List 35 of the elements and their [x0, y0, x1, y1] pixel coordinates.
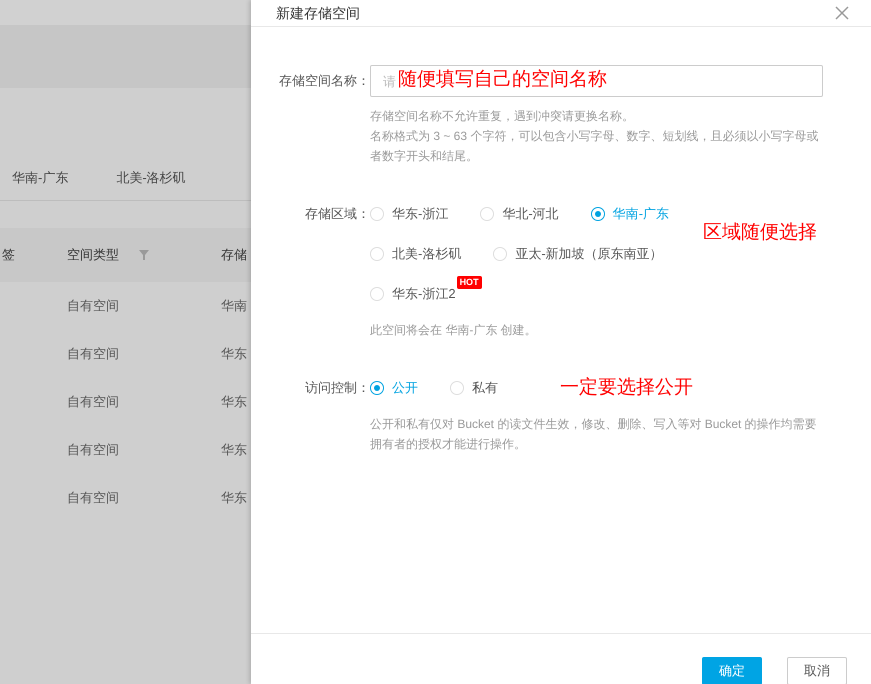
table-cell: 华东 — [221, 441, 247, 459]
dialog-title: 新建存储空间 — [276, 4, 360, 22]
field-label: 访问控制： — [304, 379, 370, 397]
table-cell: 自有空间 — [67, 345, 119, 363]
access-radio-option[interactable]: 私有 — [450, 379, 498, 397]
table-cell: 自有空间 — [67, 489, 119, 507]
help-text: 公开和私有仅对 Bucket 的读文件生效，修改、删除、写入等对 Bucket 的操作均需要拥有者的授权才能进行操作。 — [370, 416, 818, 453]
table-cell: 华东 — [221, 345, 247, 363]
annotation-text: 随便填写自己的空间名称 — [398, 69, 607, 91]
close-icon[interactable] — [835, 6, 849, 20]
hot-badge: HOT — [456, 276, 482, 289]
table-cell: 自有空间 — [67, 441, 119, 459]
table-cell: 自有空间 — [67, 297, 119, 315]
annotation-text: 区域随便选择 — [703, 222, 817, 244]
table-cell: 华东 — [221, 489, 247, 507]
table-cell: 自有空间 — [67, 393, 119, 411]
annotation-text: 一定要选择公开 — [560, 377, 693, 399]
column-header: 存储 — [221, 246, 247, 264]
region-tab[interactable]: 北美-洛杉矶 — [116, 168, 186, 200]
region-radio-option[interactable]: 北美-洛杉矶 — [370, 245, 462, 263]
region-radio-option[interactable]: 华东-浙江 — [370, 205, 448, 223]
cancel-button[interactable]: 取消 — [787, 657, 847, 684]
help-text: 名称格式为 3 ~ 63 个字符，可以包含小写字母、数字、短划线，且必须以小写字母或者数字开头和结尾。 — [370, 128, 820, 165]
help-text: 此空间将会在 华南-广东 创建。 — [370, 322, 538, 339]
region-radio-option[interactable]: 华北-河北 — [480, 205, 559, 223]
region-radio-option[interactable]: 亚太-新加坡（原东南亚） — [493, 245, 663, 263]
filter-icon[interactable] — [139, 250, 149, 260]
help-text: 存储空间名称不允许重复，遇到冲突请更换名称。 — [370, 108, 635, 125]
column-header: 空间类型 — [67, 246, 119, 264]
field-label: 存储空间名称： — [278, 72, 370, 90]
table-cell: 华东 — [221, 393, 247, 411]
region-tab[interactable]: 华南-广东 — [12, 168, 68, 200]
column-header: 签 — [2, 246, 15, 264]
table-cell: 华南 — [221, 297, 247, 315]
field-label: 存储区域： — [304, 205, 370, 223]
